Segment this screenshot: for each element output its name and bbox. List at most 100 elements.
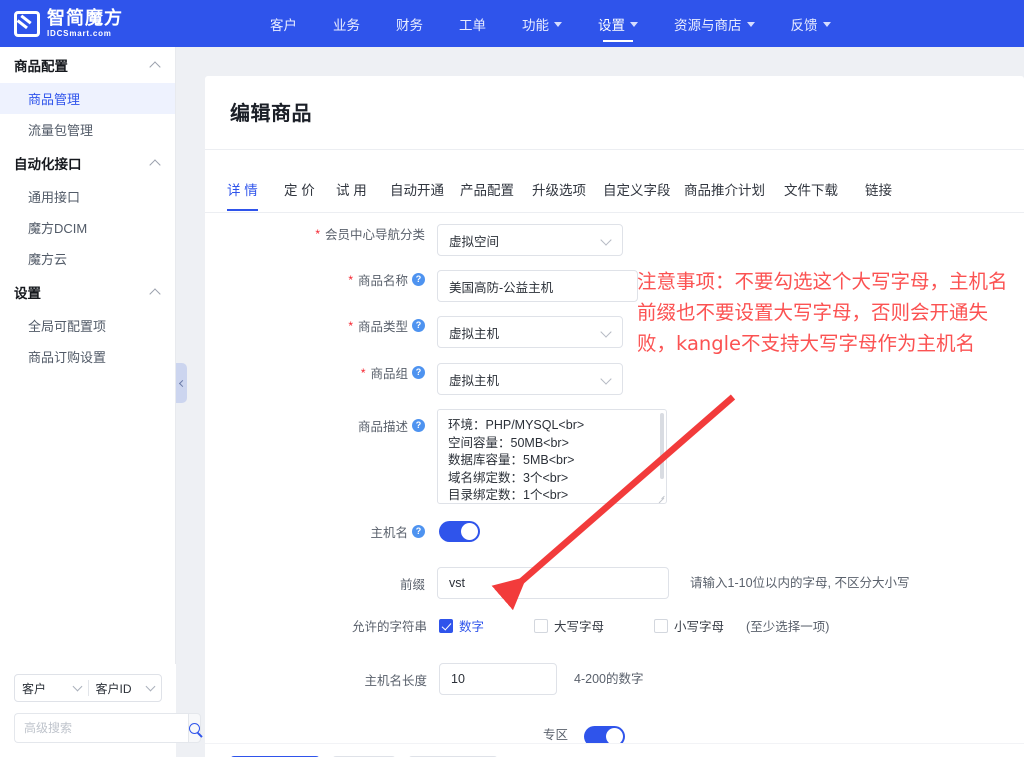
app-logo[interactable]: 智简魔方 IDCSmart.com bbox=[0, 0, 185, 47]
sidebar-item-1-1[interactable]: 魔方DCIM bbox=[0, 212, 175, 243]
field-product-name[interactable]: 美国高防-公益主机 bbox=[437, 270, 638, 302]
help-icon[interactable]: ? bbox=[412, 525, 425, 538]
nav-item-1[interactable]: 业务 bbox=[333, 0, 360, 47]
form-row-partial-clipped: 专区 bbox=[205, 724, 1024, 743]
tab-9[interactable]: 链接 bbox=[865, 179, 892, 210]
checkbox-digits[interactable]: 数字 bbox=[439, 616, 484, 635]
sidebar-item-0-0[interactable]: 商品管理 bbox=[0, 83, 175, 114]
nav-item-7[interactable]: 反馈 bbox=[791, 0, 831, 47]
sidebar-item-1-0[interactable]: 通用接口 bbox=[0, 181, 175, 212]
sidebar-item-0-1[interactable]: 流量包管理 bbox=[0, 114, 175, 145]
chevron-down-icon bbox=[145, 681, 156, 692]
sidebar-collapse-handle[interactable] bbox=[176, 363, 187, 403]
textarea-scrollbar[interactable] bbox=[660, 413, 664, 479]
product-type-select[interactable]: 虚拟主机 bbox=[437, 316, 623, 348]
label-text: 主机名长度 bbox=[364, 673, 427, 688]
required-asterisk: * bbox=[348, 318, 353, 333]
label-text: 商品类型 bbox=[357, 320, 408, 334]
nav-item-label: 业务 bbox=[333, 17, 360, 33]
sidebar-group-2[interactable]: 设置 bbox=[0, 274, 175, 310]
prefix-input[interactable]: vst bbox=[437, 567, 669, 599]
partial-row-toggle[interactable] bbox=[584, 726, 625, 743]
tab-label: 升级选项 bbox=[532, 183, 586, 198]
checkbox-icon-unchecked[interactable] bbox=[534, 618, 549, 633]
label-text: 允许的字符串 bbox=[351, 620, 427, 634]
tab-5[interactable]: 升级选项 bbox=[532, 179, 586, 210]
checkbox-lowercase[interactable]: 小写字母 bbox=[654, 616, 724, 635]
sidebar-item-2-0[interactable]: 全局可配置项 bbox=[0, 310, 175, 341]
toggle-knob bbox=[461, 523, 478, 540]
tab-label: 产品配置 bbox=[460, 183, 514, 198]
label-text: 会员中心导航分类 bbox=[324, 228, 425, 242]
tab-7[interactable]: 商品推介计划 bbox=[684, 179, 765, 210]
customer-type-select[interactable]: 客户 bbox=[15, 675, 88, 701]
tab-0[interactable]: 详 情 bbox=[227, 179, 258, 211]
top-header-bar: 智简魔方 IDCSmart.com 客户 业务 财务 工单 功能 设置 资源与商店 反馈 bbox=[0, 0, 1024, 47]
help-icon[interactable]: ? bbox=[412, 273, 425, 286]
tab-6[interactable]: 自定义字段 bbox=[603, 179, 671, 210]
checkbox-uppercase[interactable]: 大写字母 bbox=[534, 616, 604, 635]
nav-item-4[interactable]: 功能 bbox=[522, 0, 562, 47]
sidebar-group-0[interactable]: 商品配置 bbox=[0, 47, 175, 83]
allowed-chars-options: 数字 大写字母 小写字母 (至少选择一项) bbox=[439, 616, 829, 635]
nav-category-select[interactable]: 虚拟空间 bbox=[437, 224, 623, 256]
tab-1[interactable]: 定 价 bbox=[284, 179, 315, 210]
page-title: 编辑商品 bbox=[230, 103, 312, 125]
help-icon[interactable]: ? bbox=[412, 418, 425, 432]
logo-mark-icon bbox=[14, 10, 40, 37]
advanced-search-input[interactable] bbox=[14, 713, 188, 743]
label-text: 前缀 bbox=[399, 577, 425, 592]
required-asterisk: * bbox=[348, 272, 353, 287]
help-icon[interactable]: ? bbox=[412, 319, 425, 332]
hostname-length-input[interactable]: 10 bbox=[439, 663, 557, 695]
nav-item-6[interactable]: 资源与商店 bbox=[674, 0, 755, 47]
sidebar-group-title: 自动化接口 bbox=[14, 157, 82, 172]
tab-label: 商品推介计划 bbox=[684, 183, 765, 198]
nav-item-3[interactable]: 工单 bbox=[459, 0, 486, 47]
label-product-name: * 商品名称 ? bbox=[275, 270, 425, 289]
field-product-type[interactable]: 虚拟主机 bbox=[437, 316, 623, 348]
chevron-down-icon bbox=[554, 22, 562, 27]
help-icon[interactable]: ? bbox=[412, 366, 425, 379]
description-textarea[interactable]: 环境：PHP/MYSQL<br> 空间容量：50MB<br> 数据库容量：5MB… bbox=[437, 409, 667, 504]
partial-row-label: 专区 bbox=[543, 728, 569, 742]
nav-item-0[interactable]: 客户 bbox=[270, 0, 297, 47]
logo-title-en: IDCSmart.com bbox=[47, 28, 112, 38]
hostname-toggle[interactable] bbox=[439, 521, 480, 542]
nav-item-label: 设置 bbox=[598, 17, 625, 33]
product-group-select[interactable]: 虚拟主机 bbox=[437, 363, 623, 395]
tab-3[interactable]: 自动开通 bbox=[390, 179, 444, 210]
checkbox-icon-checked[interactable] bbox=[439, 618, 453, 633]
title-divider bbox=[205, 149, 1024, 150]
sidebar: 商品配置 商品管理流量包管理自动化接口通用接口魔方DCIM 魔方云设置全局可配置项商… bbox=[0, 47, 201, 757]
field-prefix[interactable]: vst bbox=[437, 567, 669, 599]
allowed-chars-hint: (至少选择一项) bbox=[746, 620, 830, 634]
sidebar-item-label: 流量包管理 bbox=[28, 123, 94, 138]
sidebar-group-title: 设置 bbox=[14, 286, 41, 301]
field-hostname-length[interactable]: 10 bbox=[439, 663, 557, 695]
customer-id-select[interactable]: 客户ID bbox=[89, 675, 162, 701]
sidebar-item-label: 通用接口 bbox=[28, 190, 81, 205]
field-product-group[interactable]: 虚拟主机 bbox=[437, 363, 623, 395]
nav-item-label: 客户 bbox=[270, 17, 297, 33]
sidebar-item-1-2[interactable]: 魔方云 bbox=[0, 243, 175, 274]
nav-item-5[interactable]: 设置 bbox=[598, 0, 638, 47]
label-description: 商品描述 ? bbox=[275, 409, 425, 441]
sidebar-item-2-1[interactable]: 商品订购设置 bbox=[0, 341, 175, 372]
tab-4[interactable]: 产品配置 bbox=[460, 179, 514, 210]
textarea-resize-grip[interactable] bbox=[658, 495, 665, 502]
chevron-down-icon bbox=[630, 22, 638, 27]
form-row-allowed-chars: 允许的字符串 数字 大写字母 小写字母 (至少选择一项) bbox=[335, 616, 829, 635]
edit-product-card: 编辑商品 详 情 定 价 试 用 自动开通 产品配置 升级选项 自定义字段 商品推介计划 文件下… bbox=[205, 76, 1024, 757]
nav-item-2[interactable]: 财务 bbox=[396, 0, 423, 47]
tab-8[interactable]: 文件下载 bbox=[784, 179, 838, 210]
sidebar-group-1[interactable]: 自动化接口 bbox=[0, 145, 175, 181]
main-navigation: 客户 业务 财务 工单 功能 设置 资源与商店 反馈 bbox=[270, 0, 867, 47]
nav-item-label: 资源与商店 bbox=[674, 17, 742, 33]
customer-filter-select[interactable]: 客户 客户ID bbox=[14, 674, 162, 702]
tab-2[interactable]: 试 用 bbox=[336, 179, 367, 210]
checkbox-icon-unchecked[interactable] bbox=[654, 618, 669, 633]
field-nav-category[interactable]: 虚拟空间 bbox=[437, 224, 623, 256]
label-hostname-length: 主机名长度 bbox=[359, 670, 427, 689]
product-name-input[interactable]: 美国高防-公益主机 bbox=[437, 270, 638, 302]
